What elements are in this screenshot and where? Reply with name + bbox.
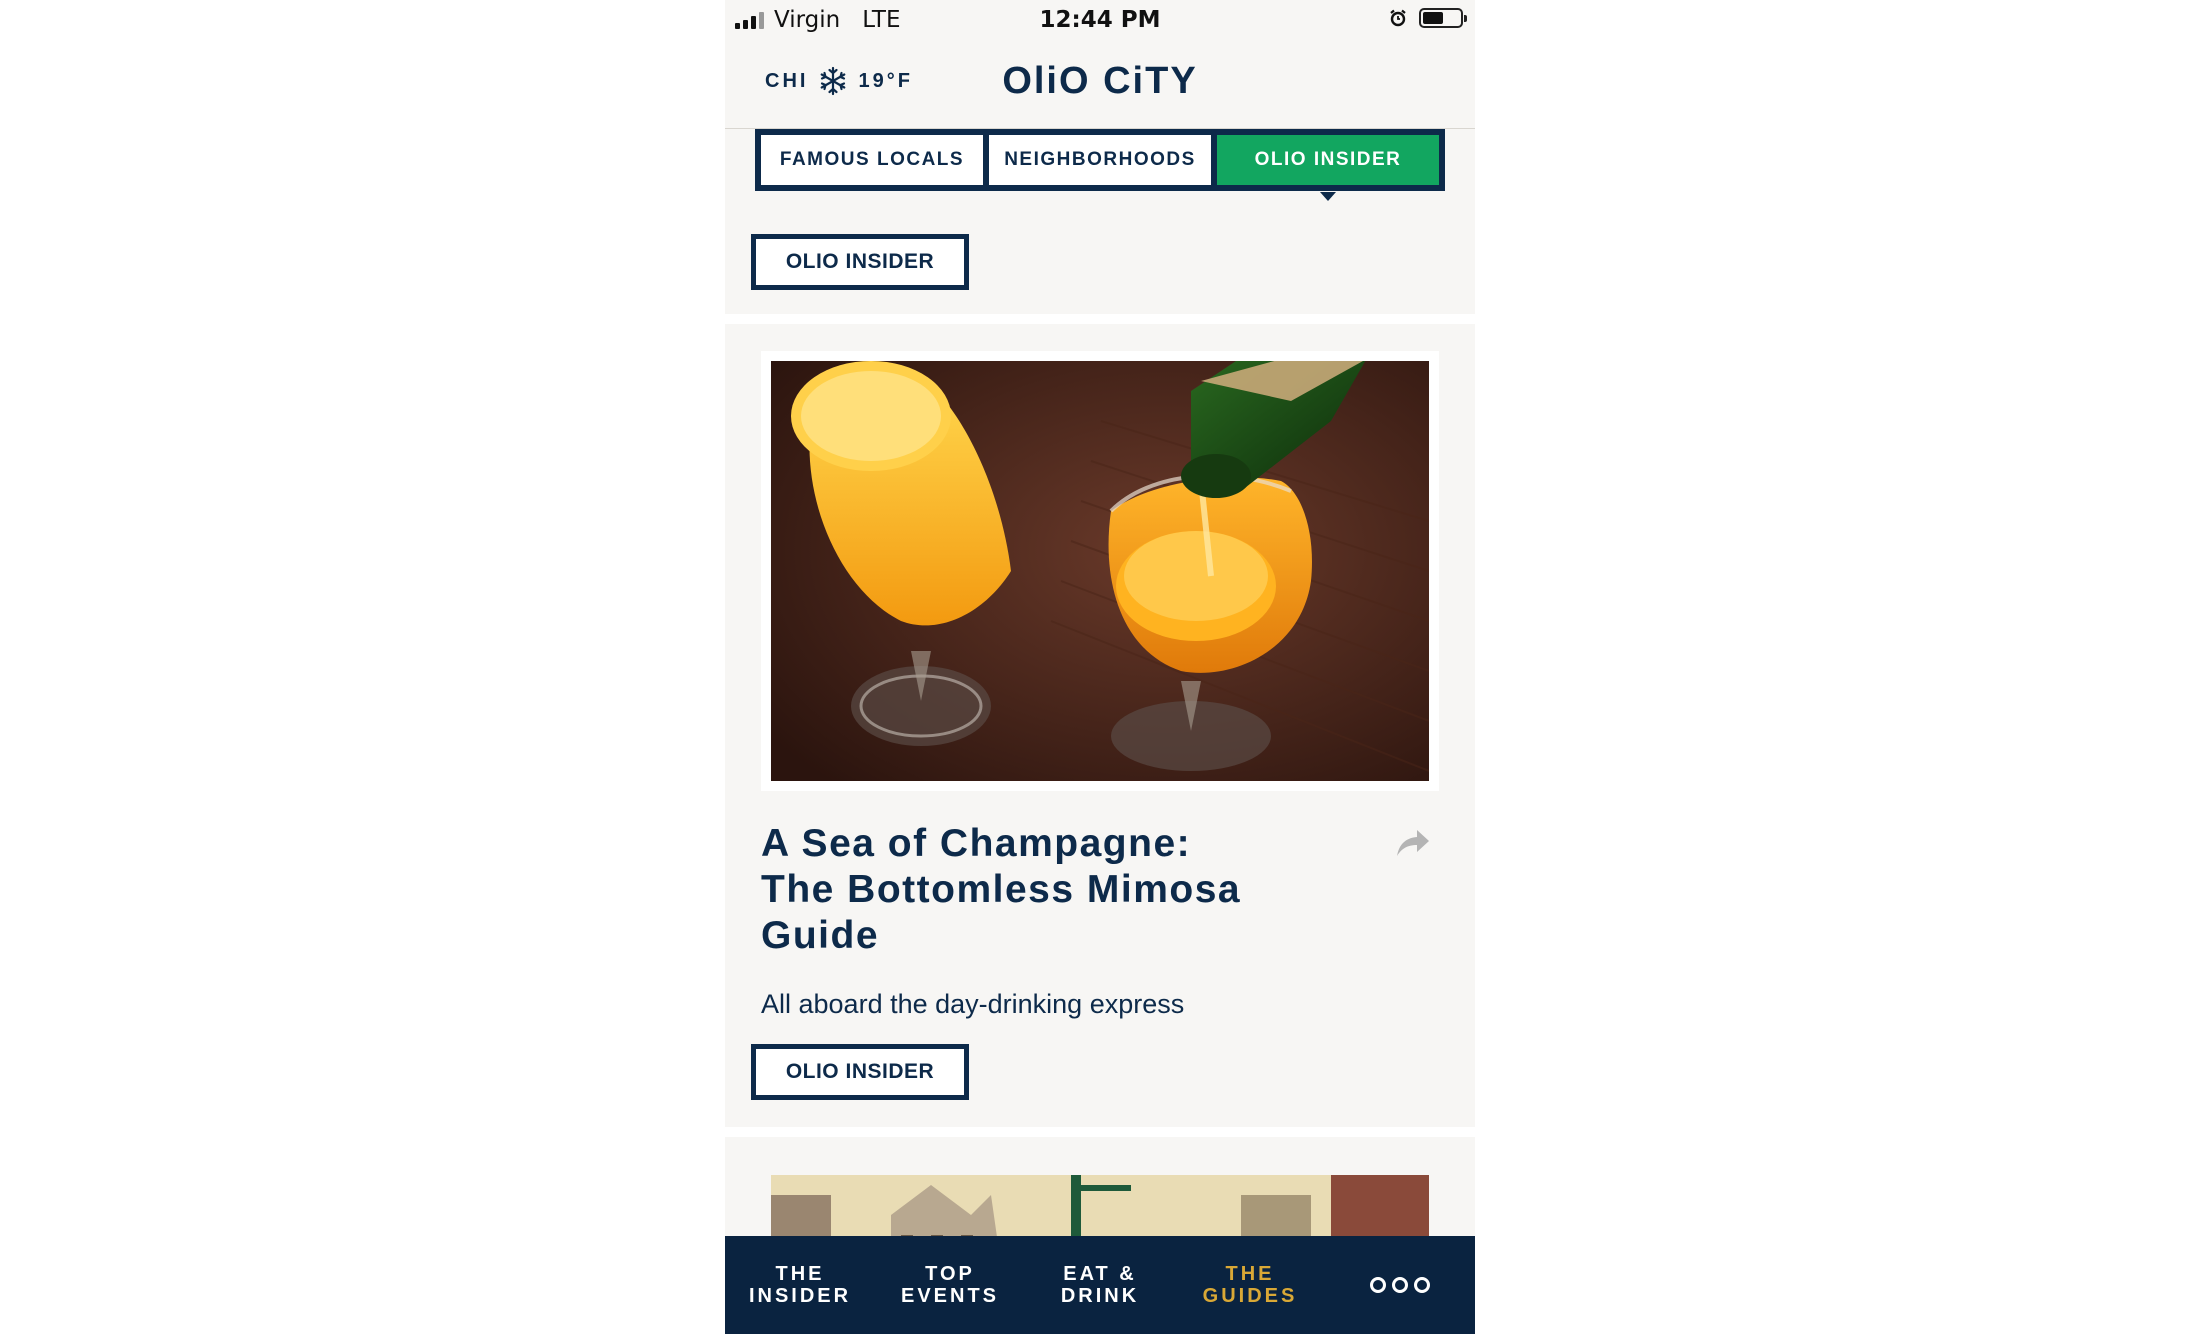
phone-screen: Virgin LTE 12:44 PM CHI 19°F OliO CiTY F… <box>725 0 1475 1334</box>
nav-label: THE <box>775 1263 825 1285</box>
active-tab-caret-icon <box>1320 192 1336 201</box>
bottom-nav: THE INSIDER TOP EVENTS EAT & DRINK THE GUIDE… <box>725 1236 1475 1334</box>
headline-line: A Sea of Champagne: <box>761 822 1192 865</box>
article-card[interactable]: A Sea of Champagne: The Bottomless Mimos… <box>725 324 1475 1127</box>
headline-line: The Bottomless Mimosa <box>761 868 1242 911</box>
battery-fill <box>1423 12 1443 24</box>
alarm-icon <box>1390 9 1406 27</box>
nav-label: TOP <box>925 1263 975 1285</box>
app-header: CHI 19°F OliO CiTY <box>725 40 1475 129</box>
article-tag-button[interactable]: OLIO INSIDER <box>751 1044 969 1100</box>
tab-label: FAMOUS LOCALS <box>779 149 965 170</box>
more-dots-icon <box>1370 1277 1430 1293</box>
headline-line: Guide <box>761 914 880 957</box>
tag-label: OLIO INSIDER <box>785 250 935 273</box>
tab-neighborhoods[interactable]: NEIGHBORHOODS <box>989 135 1211 185</box>
nav-label: DRINK <box>1060 1285 1140 1307</box>
share-arrow-icon[interactable] <box>1395 828 1431 858</box>
nav-label: GUIDES <box>1202 1285 1298 1307</box>
nav-the-insider[interactable]: THE INSIDER <box>725 1236 875 1334</box>
tab-famous-locals[interactable]: FAMOUS LOCALS <box>761 135 983 185</box>
battery-icon <box>1419 8 1467 28</box>
nav-the-guides[interactable]: THE GUIDES <box>1175 1236 1325 1334</box>
tab-label: NEIGHBORHOODS <box>1004 149 1196 170</box>
mimosa-photo <box>771 361 1429 781</box>
guides-panel: FAMOUS LOCALS NEIGHBORHOODS OLIO INSIDER… <box>725 129 1475 314</box>
status-bar: Virgin LTE 12:44 PM <box>725 0 1475 40</box>
nav-label: INSIDER <box>748 1285 852 1307</box>
tab-olio-insider[interactable]: OLIO INSIDER <box>1217 135 1439 201</box>
olio-insider-tag-button[interactable]: OLIO INSIDER <box>751 234 969 290</box>
status-right <box>1389 8 1467 28</box>
status-time: 12:44 PM <box>1039 7 1161 33</box>
article-headline[interactable]: A Sea of Champagne: The Bottomless Mimos… <box>761 821 1301 959</box>
nav-label: EAT & <box>1063 1263 1137 1285</box>
article-subheadline: All aboard the day-drinking express <box>761 989 1185 1019</box>
nav-label: EVENTS <box>900 1285 1000 1307</box>
nav-more[interactable] <box>1325 1236 1475 1334</box>
category-tabs: FAMOUS LOCALS NEIGHBORHOODS OLIO INSIDER <box>755 129 1445 201</box>
article-image-frame[interactable] <box>761 351 1439 791</box>
nav-top-events[interactable]: TOP EVENTS <box>875 1236 1025 1334</box>
app-logo[interactable]: OliO CiTY <box>725 60 1475 103</box>
nav-eat-drink[interactable]: EAT & DRINK <box>1025 1236 1175 1334</box>
tag-label: OLIO INSIDER <box>785 1060 935 1083</box>
tab-label: OLIO INSIDER <box>1254 149 1402 170</box>
nav-label: THE <box>1225 1263 1275 1285</box>
